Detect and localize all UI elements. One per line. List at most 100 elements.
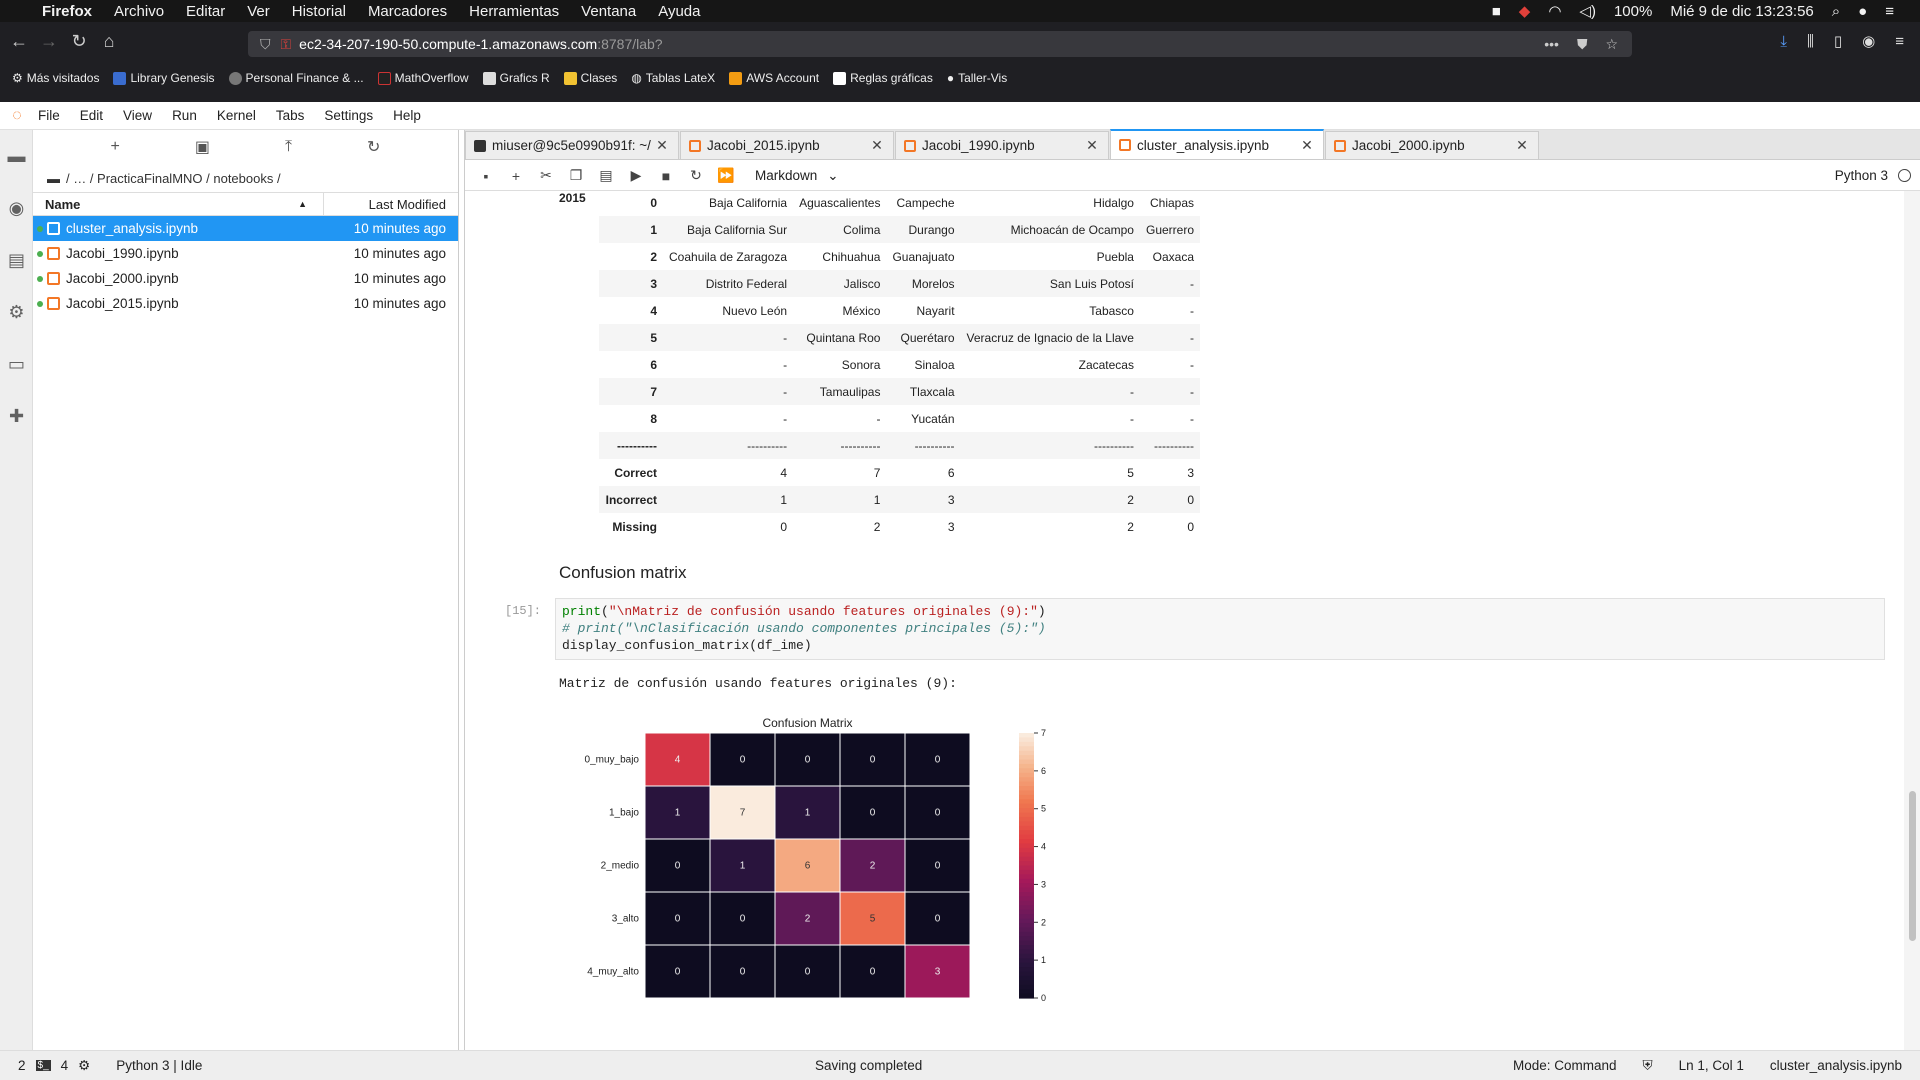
code-cell[interactable]: print("\nMatriz de confusión usando feat… xyxy=(555,598,1885,660)
cursor-position[interactable]: Ln 1, Col 1 xyxy=(1679,1058,1744,1073)
scrollbar-thumb[interactable] xyxy=(1909,791,1916,941)
menu-ayuda[interactable]: Ayuda xyxy=(658,3,700,20)
search-icon[interactable]: ⌕ xyxy=(1832,3,1840,20)
close-icon[interactable]: ✕ xyxy=(1299,137,1315,154)
upload-icon[interactable]: ⤒ xyxy=(285,138,292,156)
name-column-header[interactable]: Name ▲ xyxy=(33,193,324,215)
file-row[interactable]: Jacobi_2015.ipynb 10 minutes ago xyxy=(33,291,458,316)
terminal-icon[interactable]: $_ xyxy=(35,1060,51,1071)
copy-icon[interactable]: ❐ xyxy=(561,167,591,184)
menu-file[interactable]: File xyxy=(38,108,60,123)
download-icon[interactable]: ⤓ xyxy=(1780,33,1787,50)
menu-ventana[interactable]: Ventana xyxy=(581,3,636,20)
menu-kernel[interactable]: Kernel xyxy=(217,108,256,123)
hamburger-menu-icon[interactable]: ≡ xyxy=(1895,33,1904,50)
shield-icon[interactable]: ◆ xyxy=(1519,2,1531,20)
fast-forward-icon[interactable]: ⏩ xyxy=(711,167,741,184)
folder-icon[interactable]: ▬ xyxy=(0,130,33,182)
tab-jacobi-2015[interactable]: Jacobi_2015.ipynb ✕ xyxy=(680,131,894,159)
app-menu[interactable]: Firefox xyxy=(42,3,92,20)
forward-icon[interactable]: → xyxy=(34,31,64,52)
siri-icon[interactable]: ● xyxy=(1858,3,1867,20)
notebook-scrollbar[interactable] xyxy=(1904,191,1920,1050)
bookmark-grafics-r[interactable]: Grafics R xyxy=(482,71,550,85)
menu-edit[interactable]: Edit xyxy=(80,108,103,123)
library-icon[interactable]: ⫼ xyxy=(1807,33,1814,50)
refresh-icon[interactable]: ↻ xyxy=(367,137,380,157)
file-row[interactable]: Jacobi_1990.ipynb 10 minutes ago xyxy=(33,241,458,266)
new-launcher-icon[interactable]: + xyxy=(111,138,120,156)
close-icon[interactable]: ✕ xyxy=(1514,137,1530,154)
url-bar[interactable]: ⛉ ⚿ ec2-34-207-190-50.compute-1.amazonaw… xyxy=(248,31,1632,57)
menu-editar[interactable]: Editar xyxy=(186,3,225,20)
menu-ver[interactable]: Ver xyxy=(247,3,270,20)
breadcrumb[interactable]: ▬ / … / PracticaFinalMNO / notebooks / xyxy=(33,164,458,192)
kernels-count[interactable]: 4 xyxy=(61,1058,69,1073)
menu-help[interactable]: Help xyxy=(393,108,421,123)
camera-icon[interactable]: ■ xyxy=(1492,3,1501,20)
extension-icon[interactable]: ✚ xyxy=(0,390,33,442)
close-icon[interactable]: ✕ xyxy=(1084,137,1100,154)
running-kernels-icon[interactable]: ◉ xyxy=(0,182,33,234)
markdown-heading[interactable]: Confusion matrix xyxy=(559,563,687,583)
tab-jacobi-1990[interactable]: Jacobi_1990.ipynb ✕ xyxy=(895,131,1109,159)
battery-text[interactable]: 100% xyxy=(1614,3,1652,20)
paste-icon[interactable]: ▤ xyxy=(591,167,621,184)
tabs-icon[interactable]: ▭ xyxy=(0,338,33,390)
volume-icon[interactable]: ◁) xyxy=(1579,2,1596,20)
terminals-count[interactable]: 2 xyxy=(18,1058,26,1073)
close-icon[interactable]: ✕ xyxy=(869,137,885,154)
close-icon[interactable]: ✕ xyxy=(654,137,670,154)
menu-run[interactable]: Run xyxy=(172,108,197,123)
file-row[interactable]: Jacobi_2000.ipynb 10 minutes ago xyxy=(33,266,458,291)
tab-terminal[interactable]: miuser@9c5e0990b91f: ~/✕ xyxy=(465,131,679,159)
cell-type-select[interactable]: Markdown ⌄ xyxy=(755,168,839,184)
menu-herramientas[interactable]: Herramientas xyxy=(469,3,559,20)
pocket-icon[interactable]: ⛊ xyxy=(1577,36,1588,53)
menu-marcadores[interactable]: Marcadores xyxy=(368,3,447,20)
home-folder-icon[interactable]: ▬ xyxy=(47,171,60,186)
wifi-icon[interactable]: ◠ xyxy=(1548,2,1561,20)
menu-archivo[interactable]: Archivo xyxy=(114,3,164,20)
commands-icon[interactable]: ▤ xyxy=(0,234,33,286)
kernel-indicator[interactable]: Python 3 xyxy=(1835,168,1920,183)
tracking-shield-icon[interactable]: ⛉ xyxy=(260,36,271,53)
bookmark-aws-account[interactable]: AWS Account xyxy=(729,71,819,85)
insecure-lock-icon[interactable]: ⚿ xyxy=(281,36,292,53)
kernel-status[interactable]: Python 3 | Idle xyxy=(116,1058,202,1073)
kernel-gear-icon[interactable]: ⚙ xyxy=(78,1058,90,1074)
bookmark-reglas-graficas[interactable]: Reglas gráficas xyxy=(833,71,933,85)
control-center-icon[interactable]: ≡ xyxy=(1885,3,1894,20)
account-icon[interactable]: ◉ xyxy=(1862,32,1875,50)
reload-icon[interactable]: ↻ xyxy=(64,31,94,52)
current-file[interactable]: cluster_analysis.ipynb xyxy=(1770,1058,1902,1073)
bookmark-personal-finance[interactable]: Personal Finance & ... xyxy=(228,71,364,85)
bookmark-mas-visitados[interactable]: ⚙ Más visitados xyxy=(12,71,99,85)
page-actions-icon[interactable]: ••• xyxy=(1544,36,1559,53)
menu-settings[interactable]: Settings xyxy=(324,108,373,123)
tab-cluster-analysis[interactable]: cluster_analysis.ipynb ✕ xyxy=(1110,129,1324,159)
modified-column-header[interactable]: Last Modified xyxy=(324,197,458,212)
bookmark-library-genesis[interactable]: Library Genesis xyxy=(113,71,215,85)
breadcrumb-path[interactable]: / … / PracticaFinalMNO / notebooks / xyxy=(66,171,281,186)
datetime[interactable]: Mié 9 de dic 13:23:56 xyxy=(1670,3,1813,20)
menu-tabs[interactable]: Tabs xyxy=(276,108,305,123)
property-inspector-icon[interactable]: ⚙ xyxy=(0,286,33,338)
bookmark-clases[interactable]: Clases xyxy=(563,71,617,85)
bookmark-mathoverflow[interactable]: MathOverflow xyxy=(377,71,469,85)
bookmark-taller-vis[interactable]: ● Taller-Vis xyxy=(947,71,1007,85)
file-row[interactable]: cluster_analysis.ipynb 10 minutes ago xyxy=(33,216,458,241)
mode-indicator[interactable]: Mode: Command xyxy=(1513,1058,1617,1073)
cut-icon[interactable]: ✂ xyxy=(531,167,561,184)
trust-icon[interactable]: ⛨ xyxy=(1643,1058,1653,1074)
insert-cell-icon[interactable]: + xyxy=(501,168,531,184)
new-folder-icon[interactable]: ▣ xyxy=(195,137,210,157)
restart-icon[interactable]: ↻ xyxy=(681,167,711,184)
home-icon[interactable]: ⌂ xyxy=(94,31,124,52)
bookmark-star-icon[interactable]: ☆ xyxy=(1605,36,1618,53)
save-icon[interactable]: ▪ xyxy=(471,168,501,184)
tab-jacobi-2000[interactable]: Jacobi_2000.ipynb ✕ xyxy=(1325,131,1539,159)
run-icon[interactable]: ▶ xyxy=(621,167,651,184)
stop-icon[interactable]: ■ xyxy=(651,168,681,184)
menu-historial[interactable]: Historial xyxy=(292,3,346,20)
